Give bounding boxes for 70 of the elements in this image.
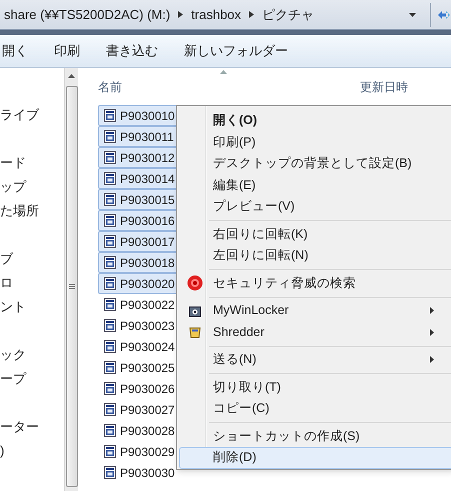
navigation-item[interactable]: ライブ: [0, 103, 64, 127]
navigation-item[interactable]: ーター: [0, 415, 64, 439]
image-file-icon: [104, 256, 116, 269]
file-name: P9030010: [120, 108, 175, 124]
column-header[interactable]: 更新日時: [360, 78, 408, 96]
image-file-icon: [104, 466, 116, 479]
file-name: P9030018: [120, 254, 175, 272]
image-file-icon: [104, 130, 116, 143]
toolbar-button[interactable]: 書き込む: [106, 41, 158, 61]
breadcrumb-segment[interactable]: share (¥¥TS5200D2AC) (M:): [4, 4, 170, 24]
toolbar-button[interactable]: 新しいフォルダー: [184, 41, 288, 61]
image-file-icon: [104, 319, 116, 332]
image-file-icon: [104, 277, 116, 290]
chevron-right-icon[interactable]: [178, 11, 184, 18]
camera-icon: [189, 304, 201, 317]
image-file-icon: [104, 424, 116, 437]
navigation-item[interactable]: ード: [0, 151, 64, 175]
image-file-icon: [104, 298, 116, 311]
image-file-icon: [104, 403, 116, 416]
file-name: P9030024: [120, 338, 175, 356]
navigation-item[interactable]: ブ: [0, 247, 64, 271]
navigation-item[interactable]: ープ: [0, 367, 64, 391]
breadcrumb-segment[interactable]: trashbox: [191, 4, 242, 24]
navigation-item[interactable]: ロ: [0, 271, 64, 295]
image-file-icon: [104, 109, 116, 122]
address-bar[interactable]: share (¥¥TS5200D2AC) (M:) trashbox ピクチャ: [0, 0, 451, 30]
scroll-up-arrow-icon[interactable]: [68, 74, 75, 78]
file-name: P9030023: [120, 318, 175, 334]
navigation-item[interactable]: ): [0, 439, 64, 463]
file-name: P9030026: [120, 380, 175, 398]
image-file-icon: [104, 361, 116, 374]
image-file-icon: [104, 193, 116, 206]
menu-item[interactable]: 削除(D): [179, 447, 451, 468]
navigation-item[interactable]: ント: [0, 295, 64, 319]
target-icon: [187, 275, 203, 292]
image-file-icon: [104, 172, 116, 185]
file-name: P9030028: [120, 422, 175, 440]
navigation-item[interactable]: た場所: [0, 199, 64, 223]
file-name: P9030015: [120, 192, 175, 208]
toolbar-button[interactable]: 開く: [2, 41, 28, 61]
file-name: P9030012: [120, 150, 175, 166]
image-file-icon: [104, 151, 116, 164]
sort-arrow-icon: [220, 70, 227, 74]
file-name: P9030020: [120, 276, 175, 292]
file-name: P9030025: [120, 360, 175, 376]
file-name: P9030030: [120, 464, 175, 482]
toolbar-button[interactable]: 印刷: [54, 41, 80, 61]
image-file-icon: [104, 382, 116, 395]
file-name: P9030017: [120, 234, 175, 250]
file-name: P9030027: [120, 402, 175, 418]
file-name: P9030022: [120, 296, 175, 314]
chevron-right-icon[interactable]: [249, 11, 254, 18]
navigation-item[interactable]: ップ: [0, 175, 64, 199]
file-name: P9030011: [120, 128, 174, 146]
scrollbar-thumb[interactable]: [66, 86, 78, 487]
column-header[interactable]: 名前: [98, 78, 122, 96]
file-name: P9030014: [120, 170, 175, 188]
breadcrumb-segment[interactable]: ピクチャ: [262, 4, 314, 24]
image-file-icon: [104, 214, 116, 227]
image-file-icon: [104, 235, 116, 248]
image-file-icon: [104, 340, 116, 353]
dropdown-caret-icon[interactable]: [409, 12, 416, 16]
navigation-item[interactable]: ック: [0, 343, 64, 367]
file-name: P9030016: [120, 212, 175, 230]
bin-icon: [189, 326, 201, 338]
scrollbar[interactable]: [64, 68, 78, 491]
grip-icon: [68, 284, 74, 289]
refresh-icon[interactable]: [437, 8, 451, 20]
file-name: P9030029: [120, 444, 175, 460]
image-file-icon: [104, 445, 116, 458]
